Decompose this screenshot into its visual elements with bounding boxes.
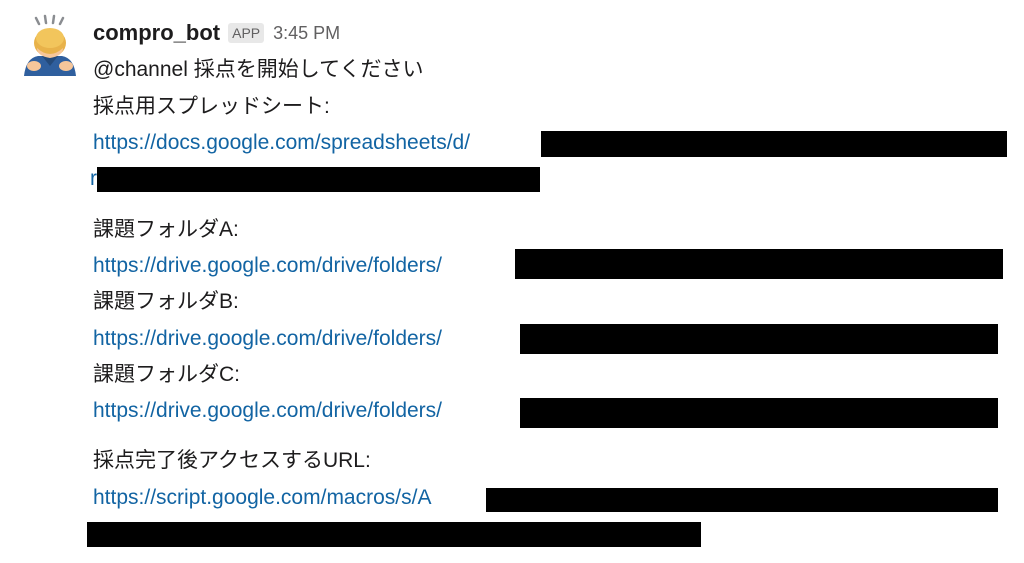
folder-a-link[interactable]: https://drive.google.com/drive/folders/ (93, 254, 442, 277)
folder-b-label: 課題フォルダB: (93, 290, 239, 313)
spreadsheet-link-continued[interactable]: r (90, 167, 97, 190)
redaction-bar (486, 488, 998, 512)
person-bowing-emoji-icon[interactable] (20, 14, 80, 78)
redaction-bar (520, 324, 998, 354)
message-timestamp[interactable]: 3:45 PM (273, 23, 340, 44)
spreadsheet-label: 採点用スプレッドシート: (93, 95, 330, 118)
folder-b-link[interactable]: https://drive.google.com/drive/folders/ (93, 327, 442, 350)
access-url-label: 採点完了後アクセスするURL: (93, 449, 371, 472)
redaction-bar (515, 249, 1003, 279)
redaction-bar (97, 167, 540, 192)
mention-line: @channel 採点を開始してください (93, 58, 424, 81)
redaction-bar (87, 522, 701, 547)
access-url-link[interactable]: https://script.google.com/macros/s/A (93, 486, 431, 509)
access-url-link-line: https://script.google.com/macros/s/A (93, 484, 431, 512)
spreadsheet-link-line: https://docs.google.com/spreadsheets/d/ (93, 129, 470, 157)
folder-c-link[interactable]: https://drive.google.com/drive/folders/ (93, 399, 442, 422)
app-badge: APP (228, 23, 265, 43)
spreadsheet-link-wrap-line: r (90, 165, 97, 193)
sender-name[interactable]: compro_bot (93, 20, 220, 46)
spreadsheet-link[interactable]: https://docs.google.com/spreadsheets/d/ (93, 131, 470, 154)
folder-b-link-line: https://drive.google.com/drive/folders/ (93, 325, 442, 353)
chat-message: compro_bot APP 3:45 PM @channel 採点を開始してく… (0, 0, 1024, 563)
redaction-bar (520, 398, 998, 428)
message-header: compro_bot APP 3:45 PM (93, 16, 340, 50)
folder-a-label: 課題フォルダA: (93, 218, 239, 241)
folder-c-link-line: https://drive.google.com/drive/folders/ (93, 397, 442, 425)
folder-a-link-line: https://drive.google.com/drive/folders/ (93, 252, 442, 280)
redaction-bar (541, 131, 1007, 157)
folder-c-label: 課題フォルダC: (93, 363, 240, 386)
